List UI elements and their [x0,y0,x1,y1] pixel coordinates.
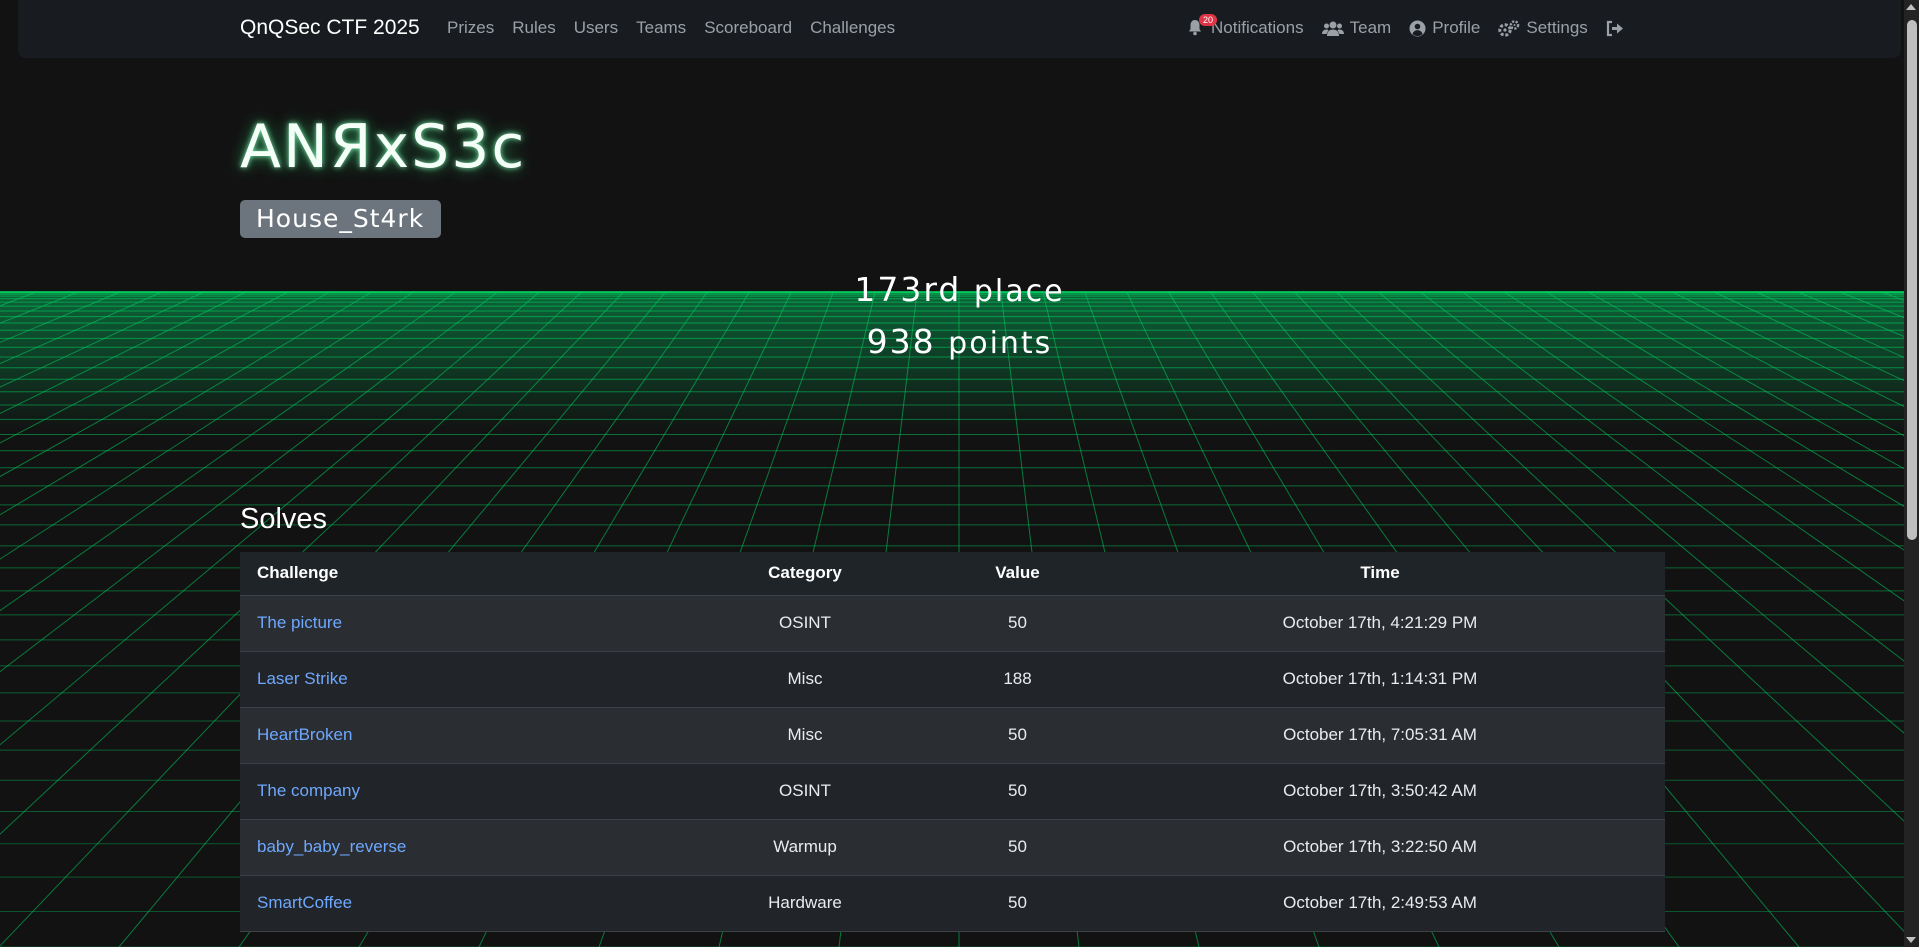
brand-logo[interactable]: QnQSec CTF 2025 [240,16,420,40]
header-category: Category [768,563,842,583]
nav-team[interactable]: Team [1321,18,1392,38]
challenge-link[interactable]: HeartBroken [257,725,352,744]
points-suffix: points [948,326,1053,361]
nav-prizes[interactable]: Prizes [447,18,494,38]
nav-profile-label: Profile [1432,18,1481,37]
category-cell: Misc [787,669,823,688]
challenge-link[interactable]: baby_baby_reverse [257,837,406,856]
user-circle-icon [1409,20,1426,37]
page-scrollbar[interactable] [1904,0,1919,947]
nav-settings-label: Settings [1526,18,1588,37]
notification-count-badge: 20 [1199,14,1218,26]
logout-button[interactable] [1606,20,1624,37]
users-icon [1321,20,1344,37]
value-cell: 50 [1008,837,1027,856]
table-row: SmartCoffee Hardware 50 October 17th, 2:… [240,875,1665,931]
solves-heading: Solves [240,503,328,535]
nav-team-label: Team [1349,18,1392,37]
value-cell: 50 [1008,781,1027,800]
nav-settings[interactable]: Settings [1498,18,1588,38]
category-cell: OSINT [779,781,831,800]
team-points: 938 points [0,322,1919,361]
nav-links: Prizes Rules Users Teams Scoreboard Chal… [447,18,895,38]
nav-notifications-label: Notifications [1211,18,1304,37]
value-cell: 50 [1008,725,1027,744]
category-cell: OSINT [779,613,831,632]
challenge-link[interactable]: The company [257,781,360,800]
place-number: 173rd [854,270,962,309]
nav-teams[interactable]: Teams [636,18,686,38]
team-name-heading: ANЯxS3c [240,112,527,182]
nav-challenges[interactable]: Challenges [810,18,895,38]
time-cell: October 17th, 1:14:31 PM [1282,669,1478,688]
challenge-link[interactable]: SmartCoffee [257,893,352,912]
category-cell: Warmup [773,837,837,856]
table-row: HeartBroken Misc 50 October 17th, 7:05:3… [240,707,1665,763]
top-navbar: QnQSec CTF 2025 Prizes Rules Users Teams… [18,0,1901,58]
nav-user-menu: 20 Notifications Team Profile Settings [1187,14,1624,38]
points-number: 938 [866,322,936,361]
scroll-up-arrow-icon[interactable] [1906,4,1916,10]
challenge-link[interactable]: The picture [257,613,342,632]
nav-notifications[interactable]: 20 Notifications [1187,14,1304,38]
nav-rules[interactable]: Rules [512,18,555,38]
team-affiliation-badge: House_St4rk [240,200,442,238]
header-time: Time [1360,563,1400,583]
nav-scoreboard[interactable]: Scoreboard [704,18,792,38]
header-value: Value [995,563,1040,583]
time-cell: October 17th, 4:21:29 PM [1282,613,1478,632]
table-row: The company OSINT 50 October 17th, 3:50:… [240,763,1665,819]
category-cell: Hardware [768,893,842,912]
nav-users[interactable]: Users [574,18,618,38]
table-row: The picture OSINT 50 October 17th, 4:21:… [240,595,1665,651]
nav-profile[interactable]: Profile [1409,18,1480,38]
time-cell: October 17th, 3:50:42 AM [1283,781,1477,800]
challenge-link[interactable]: Laser Strike [257,669,348,688]
solves-table-header: Challenge Category Value Time [240,552,1665,595]
header-challenge: Challenge [257,563,339,583]
time-cell: October 17th, 3:22:50 AM [1283,837,1477,856]
table-row: baby_baby_reverse Warmup 50 October 17th… [240,819,1665,875]
time-cell: October 17th, 7:05:31 AM [1283,725,1477,744]
sign-out-icon [1606,20,1624,37]
table-row: Laser Strike Misc 188 October 17th, 1:14… [240,651,1665,707]
scroll-down-arrow-icon[interactable] [1906,937,1916,943]
time-cell: October 17th, 2:49:53 AM [1283,893,1477,912]
scrollbar-thumb[interactable] [1907,20,1917,540]
place-suffix: place [973,274,1065,309]
gears-icon [1498,19,1520,37]
value-cell: 50 [1008,613,1027,632]
value-cell: 50 [1008,893,1027,912]
category-cell: Misc [787,725,823,744]
team-place: 173rd place [0,270,1919,309]
value-cell: 188 [1003,669,1032,688]
solves-table: Challenge Category Value Time The pictur… [240,552,1665,932]
